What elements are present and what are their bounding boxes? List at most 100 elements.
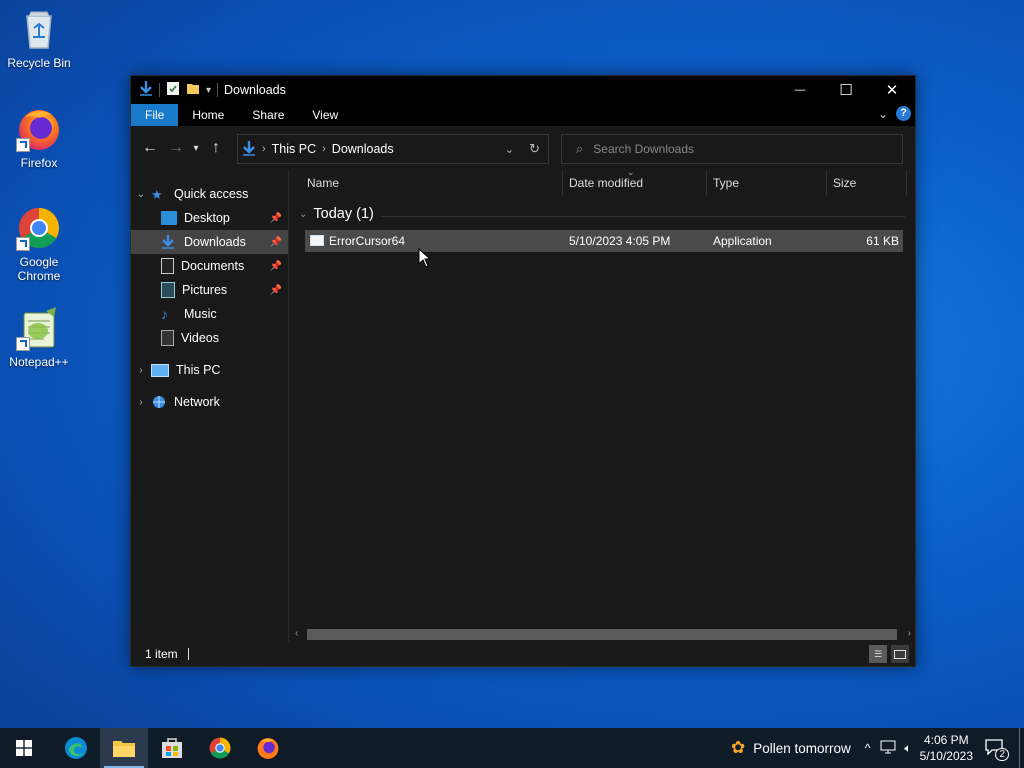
pin-icon[interactable]: 📌 <box>270 213 282 224</box>
start-button[interactable] <box>0 728 48 768</box>
collapse-chevron-icon[interactable]: › <box>131 397 151 408</box>
help-icon[interactable]: ? <box>896 106 911 121</box>
weather-text: Pollen tomorrow <box>753 740 851 756</box>
address-bar[interactable]: › This PC › Downloads ⌄ ↻ <box>237 134 549 164</box>
nav-desktop[interactable]: Desktop 📌 <box>131 206 288 230</box>
desktop-icon-firefox[interactable]: Firefox <box>1 106 77 170</box>
search-box[interactable]: ⌕ Search Downloads <box>561 134 903 164</box>
nav-documents[interactable]: Documents 📌 <box>131 254 288 278</box>
maximize-button[interactable]: ☐ <box>823 76 869 104</box>
taskbar-firefox[interactable] <box>244 728 292 768</box>
address-history-chevron-icon[interactable]: ⌄ <box>505 143 514 156</box>
desktop-folder-icon <box>161 211 177 225</box>
downloads-folder-icon <box>161 235 177 249</box>
show-hidden-icons-chevron-icon[interactable]: ^ <box>865 741 871 755</box>
network-icon <box>151 395 167 409</box>
chrome-icon <box>16 205 62 251</box>
desktop-icon-chrome[interactable]: Google Chrome <box>1 205 77 283</box>
nav-downloads[interactable]: Downloads 📌 <box>131 230 288 254</box>
nav-quick-access[interactable]: ⌄ ★ Quick access <box>131 182 288 206</box>
large-icons-view-button[interactable] <box>891 645 909 663</box>
clock-date: 5/10/2023 <box>919 749 973 763</box>
file-size: 61 KB <box>866 234 899 248</box>
pin-icon[interactable]: 📌 <box>270 285 282 296</box>
show-desktop-button[interactable] <box>1019 728 1024 768</box>
tab-file[interactable]: File <box>131 104 179 126</box>
expand-chevron-icon[interactable]: ⌄ <box>131 189 151 200</box>
pin-icon[interactable]: 📌 <box>270 261 282 272</box>
customize-toolbar-chevron-icon[interactable]: ▾ <box>206 85 211 96</box>
nav-videos[interactable]: Videos <box>131 326 288 350</box>
nav-label: This PC <box>176 363 221 377</box>
action-center-button[interactable]: 2 <box>985 738 1009 761</box>
recent-locations-button[interactable]: ▾ <box>189 143 203 154</box>
desktop-icon-label: Firefox <box>20 156 58 170</box>
collapse-chevron-icon[interactable]: › <box>131 365 151 376</box>
group-collapse-chevron-icon[interactable]: ⌄ <box>299 209 307 220</box>
back-button[interactable]: ← <box>137 139 163 157</box>
nav-label: Quick access <box>174 187 249 201</box>
nav-label: Music <box>184 307 217 321</box>
details-view-icon: ☰ <box>873 648 883 659</box>
nav-label: Downloads <box>184 235 246 249</box>
column-type[interactable]: Type <box>707 170 827 196</box>
horizontal-scrollbar[interactable]: ‹ › <box>289 626 915 642</box>
column-name[interactable]: Name <box>301 170 563 196</box>
nav-network[interactable]: › Network <box>131 390 288 414</box>
taskbar-chrome[interactable] <box>196 728 244 768</box>
weather-widget[interactable]: ✿ Pollen tomorrow <box>731 738 851 758</box>
forward-button[interactable]: → <box>163 139 189 157</box>
nav-this-pc[interactable]: › This PC <box>131 358 288 382</box>
taskbar-file-explorer[interactable] <box>100 728 148 768</box>
edge-icon <box>65 737 87 759</box>
taskbar-store[interactable] <box>148 728 196 768</box>
details-view-button[interactable]: ☰ <box>869 645 887 663</box>
file-explorer-icon <box>113 741 135 757</box>
firefox-icon <box>257 738 279 759</box>
chrome-icon <box>209 737 231 759</box>
up-button[interactable]: ↑ <box>203 139 229 157</box>
properties-icon[interactable] <box>166 80 180 101</box>
nav-music[interactable]: ♪ Music <box>131 302 288 326</box>
new-folder-icon[interactable] <box>186 80 200 101</box>
nav-pictures[interactable]: Pictures 📌 <box>131 278 288 302</box>
maximize-icon: ☐ <box>839 82 853 99</box>
network-status-icon[interactable] <box>880 740 896 757</box>
volume-icon[interactable]: 🔈︎ <box>904 741 911 756</box>
breadcrumb-separator-icon[interactable]: › <box>262 143 266 155</box>
column-size[interactable]: Size <box>827 170 907 196</box>
nav-label: Videos <box>181 331 219 345</box>
tab-view[interactable]: View <box>298 104 352 126</box>
file-row[interactable]: ErrorCursor64 5/10/2023 4:05 PM Applicat… <box>305 230 903 252</box>
taskbar-edge[interactable] <box>52 728 100 768</box>
minimize-icon: — <box>794 84 806 96</box>
clock[interactable]: 4:06 PM 5/10/2023 <box>920 732 973 764</box>
close-button[interactable]: ✕ <box>869 76 915 104</box>
column-headers: Name Date modified ⌄ Type Size <box>289 167 915 196</box>
large-icons-view-icon <box>894 649 906 659</box>
expand-ribbon-chevron-icon[interactable]: ⌄ <box>878 107 888 121</box>
mouse-cursor-icon <box>418 247 432 273</box>
nav-label: Documents <box>181 259 245 273</box>
tab-share[interactable]: Share <box>238 104 298 126</box>
tab-home[interactable]: Home <box>178 104 238 126</box>
breadcrumb-this-pc[interactable]: This PC <box>272 142 316 156</box>
pin-icon[interactable]: 📌 <box>270 237 282 248</box>
documents-folder-icon <box>161 258 174 274</box>
column-date-modified[interactable]: Date modified ⌄ <box>563 167 707 196</box>
refresh-icon[interactable]: ↻ <box>529 141 540 157</box>
title-bar[interactable]: ▾ Downloads — ☐ ✕ <box>131 76 915 104</box>
desktop-icon-recycle-bin[interactable]: Recycle Bin <box>1 6 77 70</box>
breadcrumb-separator-icon[interactable]: › <box>322 143 326 155</box>
minimize-button[interactable]: — <box>777 76 823 104</box>
breadcrumb-downloads[interactable]: Downloads <box>332 142 394 156</box>
desktop-icon-label: Google Chrome <box>17 255 61 283</box>
star-icon: ★ <box>151 187 163 202</box>
application-file-icon <box>310 235 324 246</box>
scroll-left-icon[interactable]: ‹ <box>295 626 298 642</box>
scrollbar-thumb[interactable] <box>307 629 897 640</box>
scroll-right-icon[interactable]: › <box>908 626 911 642</box>
desktop-icon-label: Recycle Bin <box>7 56 71 70</box>
group-header[interactable]: ⌄ Today (1) <box>299 206 374 222</box>
desktop-icon-notepad-plus-plus[interactable]: Notepad++ <box>1 305 77 369</box>
